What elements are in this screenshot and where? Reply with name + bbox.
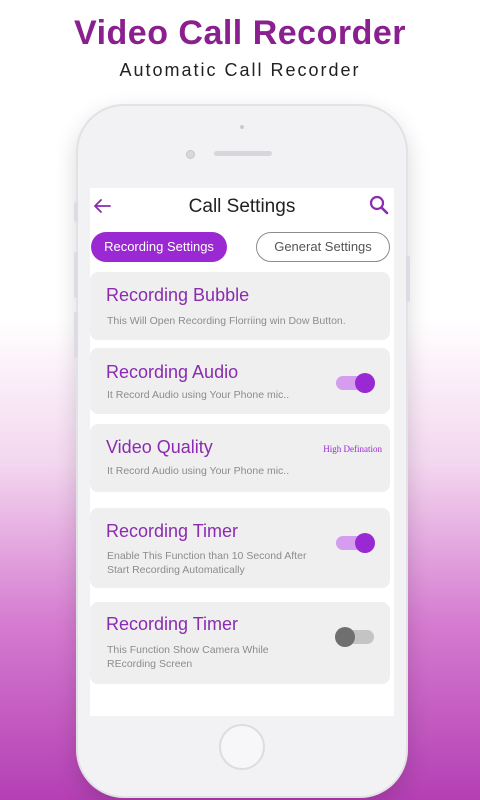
setting-title: Video Quality — [106, 437, 213, 457]
recording-audio-toggle[interactable] — [336, 373, 375, 393]
settings-tabs: Recording Settings Generat Settings — [90, 230, 394, 262]
setting-title: Recording Bubble — [106, 285, 250, 305]
phone-frame: Call Settings Recording Settings Generat… — [74, 106, 410, 796]
app-screen: Call Settings Recording Settings Generat… — [90, 188, 394, 716]
earpiece-speaker — [214, 151, 272, 156]
setting-recording-timer[interactable]: Recording Timer Enable This Function tha… — [90, 508, 390, 588]
recording-timer-toggle[interactable] — [336, 533, 375, 553]
toggle-knob — [355, 373, 375, 393]
toggle-knob — [335, 627, 355, 647]
phone-side-button — [74, 202, 78, 222]
promo-subtitle: Automatic Call Recorder — [119, 60, 361, 80]
video-quality-value[interactable]: High Defination — [323, 444, 382, 454]
sensor-dot — [240, 125, 244, 129]
tab-general-settings[interactable]: Generat Settings — [256, 232, 390, 262]
setting-title: Recording Timer — [106, 521, 239, 541]
setting-description-line2: Start Recording Automatically — [107, 564, 245, 576]
setting-recording-timer-camera[interactable]: Recording Timer This Function Show Camer… — [90, 602, 390, 684]
setting-title: Recording Timer — [106, 614, 239, 634]
setting-description: It Record Audio using Your Phone mic.. — [107, 389, 290, 401]
front-camera — [186, 150, 195, 159]
app-bar: Call Settings — [90, 188, 394, 222]
promo-title: Video Call Recorder — [74, 14, 406, 52]
setting-recording-audio[interactable]: Recording Audio It Record Audio using Yo… — [90, 348, 390, 414]
tab-recording-settings[interactable]: Recording Settings — [91, 232, 227, 262]
phone-power-button — [406, 256, 410, 302]
setting-description: This Will Open Recording Florriing win D… — [107, 315, 346, 327]
phone-volume-up — [74, 252, 78, 298]
setting-video-quality[interactable]: Video Quality High Defination It Record … — [90, 424, 390, 492]
setting-description-line2: REcording Screen — [107, 658, 193, 670]
search-icon[interactable] — [368, 194, 390, 216]
home-button[interactable] — [219, 724, 265, 770]
camera-toggle[interactable] — [335, 627, 374, 647]
setting-description: It Record Audio using Your Phone mic.. — [107, 465, 290, 477]
setting-description-line1: Enable This Function than 10 Second Afte… — [107, 550, 307, 562]
setting-recording-bubble[interactable]: Recording Bubble This Will Open Recordin… — [90, 272, 390, 340]
setting-description-line1: This Function Show Camera While — [107, 644, 269, 656]
toggle-knob — [355, 533, 375, 553]
phone-volume-down — [74, 312, 78, 358]
page-title: Call Settings — [188, 196, 296, 217]
setting-title: Recording Audio — [106, 362, 239, 382]
